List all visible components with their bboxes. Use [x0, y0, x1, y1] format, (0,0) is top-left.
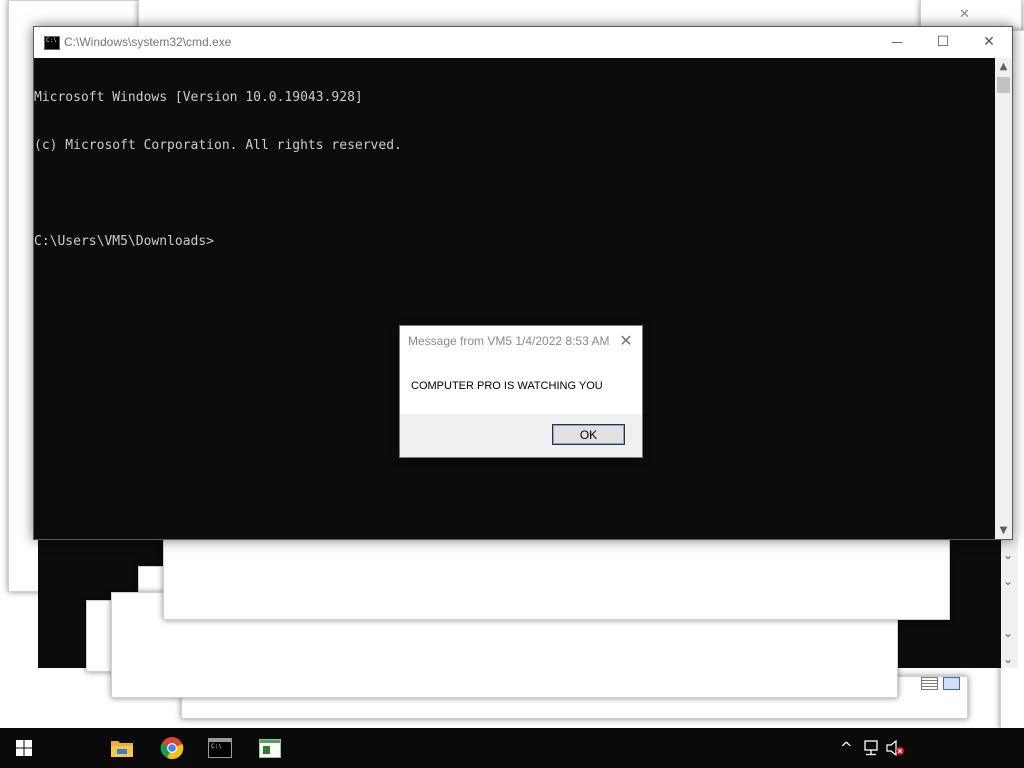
ok-button[interactable]: OK: [552, 424, 625, 445]
scroll-down-icon[interactable]: ⌄: [1003, 653, 1013, 665]
scroll-down-icon[interactable]: ▼: [995, 522, 1012, 539]
maximize-button[interactable]: ☐: [920, 27, 966, 58]
background-window-6: [138, 566, 166, 594]
vertical-scrollbar[interactable]: ▲ ▼: [995, 58, 1012, 539]
window-title: C:\Windows\system32\cmd.exe: [64, 35, 232, 49]
view-details-icon[interactable]: [921, 677, 938, 690]
background-window-5: [86, 600, 114, 672]
background-window-9: [163, 538, 950, 620]
scroll-down-icon[interactable]: ⌄: [1003, 627, 1013, 639]
network-icon[interactable]: [862, 740, 880, 756]
scroll-up-icon[interactable]: ▲: [995, 58, 1012, 75]
close-button[interactable]: ✕: [966, 27, 1012, 58]
volume-muted-icon[interactable]: [886, 740, 906, 756]
console-line: (c) Microsoft Corporation. All rights re…: [34, 138, 402, 153]
windows-logo-icon: [16, 740, 32, 756]
console-line: Microsoft Windows [Version 10.0.19043.92…: [34, 90, 363, 105]
dialog-close-button[interactable]: ✕: [616, 331, 636, 351]
taskbar-command-prompt[interactable]: C:\: [196, 728, 244, 768]
scrollbar-thumb[interactable]: [997, 77, 1010, 93]
scroll-down-icon[interactable]: ⌄: [1003, 549, 1013, 561]
dialog-title: Message from VM5 1/4/2022 8:53 AM: [408, 334, 610, 348]
taskbar-file-explorer[interactable]: [98, 728, 146, 768]
dialog-footer: OK: [400, 414, 642, 457]
cmd-icon: C:\: [44, 36, 60, 50]
app-window-icon: [259, 739, 281, 758]
command-prompt-line[interactable]: C:\Users\VM5\Downloads>: [34, 234, 995, 250]
scroll-down-icon[interactable]: ⌄: [1003, 575, 1013, 587]
start-button[interactable]: [0, 728, 48, 768]
cmd-window[interactable]: C:\ C:\Windows\system32\cmd.exe — ☐ ✕ Mi…: [33, 26, 1013, 540]
background-close-icon[interactable]: ✕: [959, 7, 970, 22]
folder-icon: [111, 741, 133, 757]
minimize-button[interactable]: —: [874, 27, 920, 58]
cmd-icon: C:\: [208, 738, 232, 758]
console-output[interactable]: Microsoft Windows [Version 10.0.19043.92…: [34, 58, 995, 539]
view-preview-icon[interactable]: [943, 677, 960, 690]
title-bar[interactable]: C:\ C:\Windows\system32\cmd.exe — ☐ ✕: [34, 27, 1012, 58]
taskbar: C:\ ^: [0, 728, 1024, 768]
taskbar-app-window[interactable]: [245, 728, 293, 768]
show-hidden-icons-button[interactable]: ^: [840, 740, 853, 756]
message-dialog[interactable]: Message from VM5 1/4/2022 8:53 AM ✕ COMP…: [399, 325, 643, 458]
dialog-message: COMPUTER PRO IS WATCHING YOU: [411, 380, 603, 392]
chrome-icon: [160, 737, 184, 760]
taskbar-chrome[interactable]: [148, 728, 196, 768]
